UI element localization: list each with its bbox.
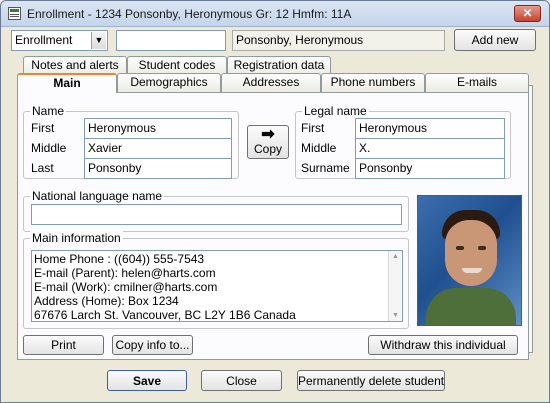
delete-student-button[interactable]: Permanently delete student <box>297 370 445 391</box>
mode-select[interactable]: Enrollment ▼ <box>11 30 108 51</box>
tab-e-mails[interactable]: E-mails <box>425 73 529 92</box>
photo-mouth <box>462 268 482 273</box>
info-line: E-mail (Work): cmilner@harts.com <box>34 280 218 294</box>
legal-first-label: First <box>301 121 325 135</box>
copy-info-button[interactable]: Copy info to... <box>112 335 193 355</box>
add-new-button[interactable]: Add new <box>454 29 536 51</box>
national-language-field[interactable] <box>31 204 402 225</box>
withdraw-button[interactable]: Withdraw this individual <box>368 335 518 355</box>
info-line: Address (Home): Box 1234 <box>34 294 179 308</box>
first-name-label: First <box>31 121 55 135</box>
legal-surname-label: Surname <box>301 161 350 175</box>
add-new-label: Add new <box>471 33 519 47</box>
photo-eye <box>478 246 486 250</box>
first-name-field[interactable]: Heronymous <box>84 118 232 139</box>
national-language-label: National language name <box>30 189 165 203</box>
print-label: Print <box>51 338 76 352</box>
close-label: Close <box>226 374 257 388</box>
tab-phone-numbers[interactable]: Phone numbers <box>321 73 425 92</box>
info-line: 67676 Larch St. Vancouver, BC L2Y 1B6 Ca… <box>34 308 296 322</box>
chevron-down-icon[interactable]: ▼ <box>91 32 106 49</box>
photo-eye <box>456 246 464 250</box>
student-name-display: Ponsonby, Heronymous <box>232 30 445 51</box>
legal-first-field[interactable]: Heronymous <box>355 118 505 139</box>
middle-name-field[interactable]: Xavier <box>84 138 232 159</box>
tab-demographics[interactable]: Demographics <box>117 73 221 92</box>
legal-middle-label: Middle <box>301 141 337 155</box>
save-button[interactable]: Save <box>107 370 187 391</box>
copy-name-button[interactable]: ➡ Copy <box>247 125 289 159</box>
mode-select-value: Enrollment <box>15 33 73 47</box>
info-line: Home Phone : ((604)) 555-7543 <box>34 252 205 266</box>
photo-face <box>445 220 497 286</box>
copy-info-label: Copy info to... <box>115 338 190 352</box>
copy-label: Copy <box>253 142 282 156</box>
withdraw-label: Withdraw this individual <box>380 338 506 352</box>
legal-surname-field[interactable]: Ponsonby <box>355 158 505 179</box>
tab-addresses[interactable]: Addresses <box>221 73 321 92</box>
main-information-memo[interactable]: Home Phone : ((604)) 555-7543 E-mail (Pa… <box>31 250 403 322</box>
student-photo <box>417 195 522 326</box>
window-title: Enrollment - 1234 Ponsonby, Heronymous G… <box>27 7 352 21</box>
memo-scrollbar[interactable]: ▲ ▼ <box>388 251 402 321</box>
save-label: Save <box>132 374 162 388</box>
scroll-up-icon[interactable]: ▲ <box>392 253 399 260</box>
photo-shirt <box>426 288 516 325</box>
name-group-label: Name <box>30 104 67 118</box>
info-line: E-mail (Parent): helen@harts.com <box>34 266 216 280</box>
enrollment-window: Enrollment - 1234 Ponsonby, Heronymous G… <box>0 0 550 403</box>
search-input[interactable] <box>116 30 226 51</box>
tab-main[interactable]: Main <box>17 73 117 93</box>
legal-name-group-label: Legal name <box>302 104 369 118</box>
close-window-button[interactable]: ✕ <box>514 5 541 22</box>
last-name-field[interactable]: Ponsonby <box>84 158 232 179</box>
main-information-label: Main information <box>30 231 123 245</box>
scroll-down-icon[interactable]: ▼ <box>392 312 399 319</box>
app-icon <box>8 7 21 20</box>
middle-name-label: Middle <box>31 141 67 155</box>
print-button[interactable]: Print <box>23 335 104 355</box>
legal-middle-field[interactable]: X. <box>355 138 505 159</box>
delete-label: Permanently delete student <box>298 374 445 388</box>
last-name-label: Last <box>31 161 54 175</box>
arrow-right-icon: ➡ <box>261 126 275 143</box>
title-bar: Enrollment - 1234 Ponsonby, Heronymous G… <box>1 1 549 27</box>
close-button[interactable]: Close <box>201 370 282 391</box>
